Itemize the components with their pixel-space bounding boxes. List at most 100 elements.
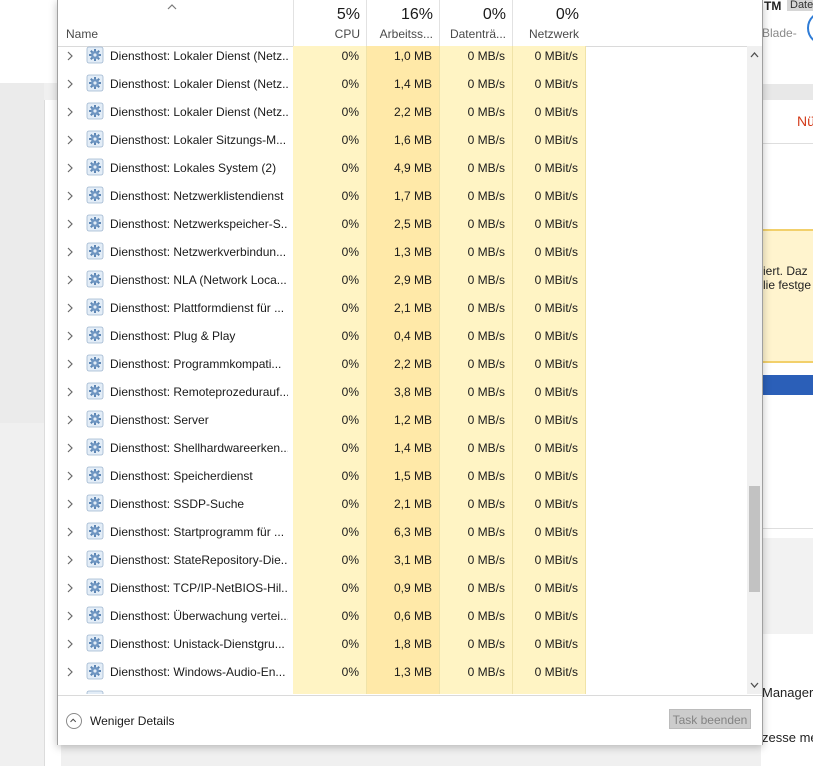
process-cpu: 0% [341, 189, 359, 203]
scroll-up-icon[interactable] [750, 51, 759, 58]
scrollbar-thumb[interactable] [749, 486, 760, 592]
chevron-right-icon[interactable] [65, 273, 75, 287]
chevron-right-icon[interactable] [65, 301, 75, 315]
gear-icon [86, 354, 104, 372]
process-row[interactable]: Diensthost: Remoteprozedurauf... 0% 3,8 MB… [58, 378, 747, 406]
process-row[interactable]: Diensthost: StateRepository-Die... 0% 3,1 … [58, 546, 747, 574]
memory-column-label: Arbeitss... [379, 27, 433, 41]
process-disk: 0 MB/s [467, 189, 505, 203]
process-row[interactable]: Diensthost: Lokaler Dienst (Netz... 0% 1,4… [58, 70, 747, 98]
chevron-right-icon[interactable] [65, 105, 75, 119]
process-row[interactable]: Diensthost: Windows-Audio-En... 0% 1,3 MB 0… [58, 658, 747, 686]
process-row[interactable]: Diensthost: Server 0% 1,2 MB 0 MB/s 0 MBit/s [58, 406, 747, 434]
process-disk: 0 MB/s [467, 329, 505, 343]
process-row[interactable]: Diensthost: Lokales System (2) 0% 4,9 MB 0 … [58, 154, 747, 182]
chevron-right-icon[interactable] [65, 469, 75, 483]
process-cpu: 0% [341, 525, 359, 539]
chevron-right-icon[interactable] [65, 665, 75, 679]
process-row[interactable]: Diensthost: Plug & Play 0% 0,4 MB 0 MB/s 0 M… [58, 322, 747, 350]
process-name: Diensthost: Lokales System (2) [110, 161, 277, 175]
scroll-down-icon[interactable] [750, 682, 759, 689]
column-header-network[interactable]: 0% Netzwerk [512, 0, 585, 46]
process-row[interactable]: Diensthost: SSDP-Suche 0% 2,1 MB 0 MB/s 0 MB… [58, 490, 747, 518]
chevron-right-icon[interactable] [65, 497, 75, 511]
chevron-right-icon[interactable] [65, 609, 75, 623]
chevron-right-icon[interactable] [65, 245, 75, 259]
process-row[interactable]: Diensthost: Programmkompati... 0% 2,2 MB 0 … [58, 350, 747, 378]
process-network: 0 MBit/s [534, 245, 578, 259]
process-row[interactable]: Diensthost: Lokaler Dienst (Netz... 0% 2,2… [58, 98, 747, 126]
gear-icon [86, 438, 104, 456]
process-disk: 0 MB/s [467, 133, 505, 147]
chevron-right-icon[interactable] [65, 637, 75, 651]
chevron-right-icon[interactable] [65, 49, 75, 63]
process-row[interactable]: Diensthost: Unistack-Dienstgru... 0% 1,8 M… [58, 630, 747, 658]
process-row[interactable]: Diensthost: Startprogramm für ... 0% 6,3 M… [58, 518, 747, 546]
column-header-memory[interactable]: 16% Arbeitss... [366, 0, 439, 46]
process-network: 0 MBit/s [534, 581, 578, 595]
process-row-partial[interactable] [58, 686, 747, 694]
gear-icon [86, 74, 104, 92]
process-memory: 1,3 MB [393, 245, 432, 259]
process-name: Diensthost: Shellhardwareerken... [110, 441, 288, 455]
process-network: 0 MBit/s [534, 161, 578, 175]
gear-icon [86, 690, 104, 694]
process-row[interactable]: Diensthost: TCP/IP-NetBIOS-Hil... 0% 0,9 M… [58, 574, 747, 602]
process-network: 0 MBit/s [534, 441, 578, 455]
process-disk: 0 MB/s [467, 637, 505, 651]
gear-icon [86, 270, 104, 288]
chevron-right-icon[interactable] [65, 77, 75, 91]
chevron-right-icon[interactable] [65, 217, 75, 231]
process-cpu: 0% [341, 413, 359, 427]
vertical-scrollbar[interactable] [747, 46, 762, 694]
chevron-right-icon[interactable] [65, 329, 75, 343]
process-disk: 0 MB/s [467, 609, 505, 623]
process-row[interactable]: Diensthost: Netzwerkspeicher-S... 0% 2,5 M… [58, 210, 747, 238]
process-disk: 0 MB/s [467, 553, 505, 567]
gear-icon [86, 186, 104, 204]
process-network: 0 MBit/s [534, 469, 578, 483]
process-row[interactable]: Diensthost: Lokaler Sitzungs-M... 0% 1,6 M… [58, 126, 747, 154]
process-row[interactable]: Diensthost: Speicherdienst 0% 1,5 MB 0 MB/s… [58, 462, 747, 490]
process-network: 0 MBit/s [534, 273, 578, 287]
process-disk: 0 MB/s [467, 441, 505, 455]
chevron-right-icon[interactable] [65, 553, 75, 567]
process-memory: 0,9 MB [393, 581, 432, 595]
process-row[interactable]: Diensthost: NLA (Network Loca... 0% 2,9 MB… [58, 266, 747, 294]
process-network: 0 MBit/s [534, 553, 578, 567]
column-header-cpu[interactable]: 5% CPU [293, 0, 366, 46]
process-memory: 2,9 MB [393, 273, 432, 287]
less-details-button[interactable]: Weniger Details [66, 710, 174, 732]
column-header-name[interactable]: Name [66, 27, 98, 41]
chevron-right-icon[interactable] [65, 413, 75, 427]
process-name: Diensthost: Netzwerkspeicher-S... [110, 217, 288, 231]
background-nu-link[interactable]: Nü [797, 113, 813, 129]
process-disk: 0 MB/s [467, 581, 505, 595]
chevron-right-icon[interactable] [65, 441, 75, 455]
process-cpu: 0% [341, 497, 359, 511]
process-disk: 0 MB/s [467, 105, 505, 119]
chevron-right-icon[interactable] [65, 525, 75, 539]
process-row[interactable]: Diensthost: Lokaler Dienst (Netz... 0% 1,0… [58, 46, 747, 70]
chevron-right-icon[interactable] [65, 357, 75, 371]
column-header-disk[interactable]: 0% Datenträ... [439, 0, 512, 46]
gear-icon [86, 326, 104, 344]
chevron-right-icon[interactable] [65, 161, 75, 175]
background-date-chip[interactable]: Date [787, 0, 813, 11]
chevron-right-icon[interactable] [65, 133, 75, 147]
chevron-right-icon[interactable] [65, 189, 75, 203]
process-row[interactable]: Diensthost: Shellhardwareerken... 0% 1,4 M… [58, 434, 747, 462]
process-row[interactable]: Diensthost: Plattformdienst für ... 0% 2,1… [58, 294, 747, 322]
background-blue-bar[interactable] [761, 375, 813, 395]
chevron-right-icon[interactable] [65, 385, 75, 399]
process-network: 0 MBit/s [534, 329, 578, 343]
process-row[interactable]: Diensthost: Netzwerkverbindun... 0% 1,3 MB… [58, 238, 747, 266]
process-row[interactable]: Diensthost: Überwachung vertei... 0% 0,6 M… [58, 602, 747, 630]
less-details-label: Weniger Details [90, 714, 175, 728]
chevron-right-icon[interactable] [65, 581, 75, 595]
process-cpu: 0% [341, 581, 359, 595]
end-task-button[interactable]: Task beenden [669, 709, 751, 729]
background-left-panel [0, 83, 44, 423]
sort-ascending-icon[interactable] [166, 2, 178, 12]
process-row[interactable]: Diensthost: Netzwerklistendienst 0% 1,7 MB… [58, 182, 747, 210]
